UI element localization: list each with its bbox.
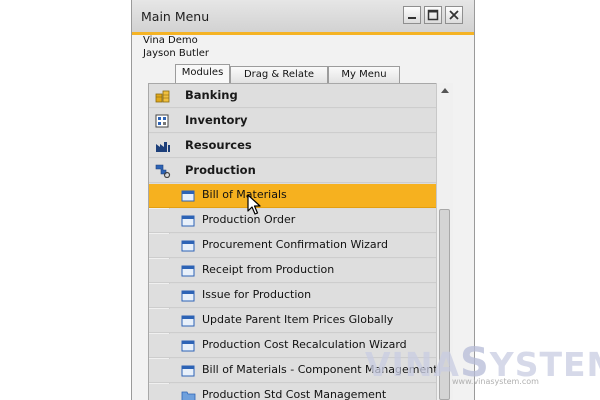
mouse-cursor-icon — [247, 194, 261, 215]
banking-icon — [155, 90, 170, 103]
menu-item-label: Procurement Confirmation Wizard — [202, 238, 388, 251]
module-banking[interactable]: Banking — [149, 84, 437, 108]
module-label: Resources — [185, 138, 252, 152]
company-name: Vina Demo — [143, 35, 198, 46]
menu-item-receipt-from-production[interactable]: Receipt from Production — [149, 259, 437, 283]
tab-my-menu[interactable]: My Menu — [328, 66, 400, 83]
watermark-url: www.vinasystem.com — [452, 377, 539, 386]
menu-item-update-parent-item-prices[interactable]: Update Parent Item Prices Globally — [149, 309, 437, 333]
minimize-button[interactable] — [403, 6, 421, 24]
form-icon — [181, 340, 195, 352]
menu-item-production-order[interactable]: Production Order — [149, 209, 437, 233]
resources-icon — [156, 142, 170, 152]
title-bar[interactable]: Main Menu — [132, 0, 474, 32]
menu-item-issue-for-production[interactable]: Issue for Production — [149, 284, 437, 308]
close-button[interactable] — [445, 6, 463, 24]
form-icon — [181, 365, 195, 377]
close-icon — [449, 10, 459, 20]
menu-item-label: Issue for Production — [202, 288, 312, 301]
form-icon — [181, 315, 195, 327]
window-title: Main Menu — [141, 9, 210, 24]
folder-icon — [181, 391, 196, 400]
arrow-up-icon — [441, 88, 449, 93]
production-icon — [155, 164, 171, 178]
maximize-button[interactable] — [424, 6, 442, 24]
module-label: Banking — [185, 88, 238, 102]
module-production[interactable]: Production — [149, 159, 437, 183]
tab-label: Drag & Relate — [243, 69, 315, 80]
menu-item-procurement-confirmation-wizard[interactable]: Procurement Confirmation Wizard — [149, 234, 437, 258]
maximize-icon — [427, 9, 439, 21]
tab-label: Modules — [181, 67, 224, 78]
scroll-up-button[interactable] — [437, 83, 453, 99]
menu-item-label: Update Parent Item Prices Globally — [202, 313, 394, 326]
menu-item-bill-of-materials[interactable]: Bill of Materials — [149, 184, 437, 208]
inventory-icon — [155, 114, 169, 128]
tab-modules[interactable]: Modules — [175, 64, 230, 84]
menu-item-label: Bill of Materials — [202, 188, 287, 201]
module-label: Inventory — [185, 113, 248, 127]
module-resources[interactable]: Resources — [149, 134, 437, 158]
tab-label: My Menu — [341, 69, 387, 80]
form-icon — [181, 290, 195, 302]
form-icon — [181, 215, 195, 227]
user-name: Jayson Butler — [143, 48, 210, 59]
module-inventory[interactable]: Inventory — [149, 109, 437, 133]
tab-drag-relate[interactable]: Drag & Relate — [230, 66, 328, 83]
menu-item-label: Receipt from Production — [202, 263, 335, 276]
form-icon — [181, 265, 195, 277]
form-icon — [181, 240, 195, 252]
form-icon — [181, 190, 195, 202]
module-label: Production — [185, 163, 256, 177]
menu-item-production-std-cost-management[interactable]: Production Std Cost Management — [149, 384, 437, 400]
menu-item-label: Production Std Cost Management — [202, 388, 387, 400]
minimize-icon — [408, 17, 416, 19]
watermark-text-a: VINA — [365, 345, 460, 384]
